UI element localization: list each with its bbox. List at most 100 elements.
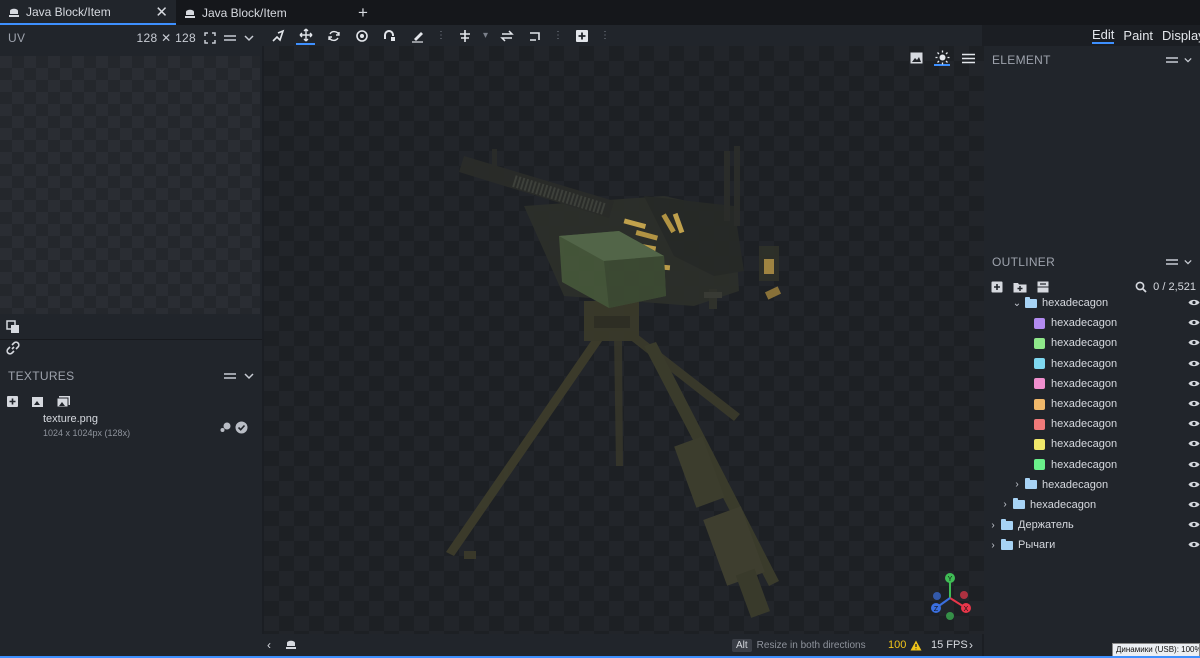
- collapse-all-icon[interactable]: [1037, 281, 1049, 293]
- link-uv-button[interactable]: [0, 337, 262, 358]
- check-circle-icon[interactable]: [235, 421, 248, 434]
- chevron-right-icon[interactable]: ›: [1012, 479, 1022, 490]
- outliner-group-row[interactable]: ⌄ hexadecagon: [984, 293, 1200, 313]
- mode-edit[interactable]: Edit: [1092, 27, 1115, 44]
- status-prev-button[interactable]: ‹: [267, 638, 271, 652]
- outliner-cube-row[interactable]: hexadecagon: [984, 333, 1200, 353]
- resize-tool[interactable]: [352, 26, 371, 45]
- search-icon[interactable]: [1135, 281, 1147, 293]
- folder-icon: [1025, 296, 1037, 308]
- outliner-item-label: hexadecagon: [1051, 418, 1118, 431]
- chevron-down-icon[interactable]: [244, 372, 254, 380]
- visibility-eye-icon[interactable]: [1188, 458, 1200, 472]
- fullscreen-icon[interactable]: [204, 32, 216, 44]
- toolbar-overflow-icon[interactable]: ⋮: [553, 30, 563, 41]
- chevron-down-icon[interactable]: [1184, 258, 1192, 266]
- status-bar: ‹ Alt Resize in both directions 100 15 F…: [262, 634, 982, 656]
- warnings-count: 100: [888, 639, 907, 651]
- align-tool[interactable]: [455, 26, 474, 45]
- create-texture-icon[interactable]: [31, 395, 44, 408]
- folder-icon: [1001, 518, 1013, 530]
- mirror-tool[interactable]: [497, 26, 516, 45]
- visibility-eye-icon[interactable]: [1188, 538, 1200, 552]
- rotate-tool[interactable]: [324, 26, 343, 45]
- cube-icon: [1034, 418, 1045, 430]
- block-item-icon[interactable]: [285, 638, 297, 650]
- uv-panel-header: UV 128 ✕ 128: [0, 25, 262, 51]
- chevron-down-icon[interactable]: ⌄: [1012, 298, 1022, 309]
- 3d-viewport[interactable]: Y X Z: [264, 46, 984, 634]
- chevron-down-icon[interactable]: [1184, 56, 1192, 64]
- add-texture-icon[interactable]: [6, 395, 19, 408]
- svg-text:X: X: [964, 606, 969, 613]
- flip-tool[interactable]: [525, 26, 544, 45]
- close-tab-icon[interactable]: ✕: [155, 3, 168, 21]
- menu-icon[interactable]: [224, 371, 236, 381]
- visibility-eye-icon[interactable]: [1188, 478, 1200, 492]
- cube-icon: [1034, 358, 1045, 370]
- outliner-cube-row[interactable]: hexadecagon: [984, 313, 1200, 333]
- block-item-icon: [185, 9, 195, 18]
- copy-uv-button[interactable]: [0, 316, 262, 337]
- new-tab-button[interactable]: +: [352, 3, 374, 23]
- chevron-right-icon[interactable]: ›: [988, 520, 998, 531]
- add-group-icon[interactable]: [1013, 281, 1027, 293]
- tab-project-2[interactable]: Java Block/Item: [176, 0, 352, 25]
- move-tool-icon: [299, 28, 312, 41]
- left-sidebar: UV 128 ✕ 128 TEXTURES texture.png 1024 x…: [0, 25, 262, 658]
- visibility-eye-icon[interactable]: [1188, 296, 1200, 310]
- mode-display[interactable]: Display: [1162, 28, 1200, 43]
- paint-brush-tool[interactable]: [408, 26, 427, 45]
- outliner-cube-row[interactable]: hexadecagon: [984, 434, 1200, 454]
- mode-paint[interactable]: Paint: [1123, 28, 1153, 43]
- main-toolbar: ⋮ ▾ ⋮ ⋮: [262, 25, 982, 46]
- visibility-eye-icon[interactable]: [1188, 518, 1200, 532]
- outliner-cube-row[interactable]: hexadecagon: [984, 455, 1200, 475]
- machine-gun-model[interactable]: [264, 46, 984, 634]
- axis-gizmo[interactable]: Y X Z: [924, 572, 976, 624]
- chevron-right-icon[interactable]: ›: [1000, 499, 1010, 510]
- pivot-tool[interactable]: [268, 26, 287, 45]
- add-cube-tool[interactable]: [572, 26, 591, 45]
- visibility-eye-icon[interactable]: [1188, 357, 1200, 371]
- visibility-eye-icon[interactable]: [1188, 437, 1200, 451]
- toolbar-overflow-icon[interactable]: ⋮: [600, 30, 610, 41]
- tab-project-1[interactable]: Java Block/Item ✕: [0, 0, 176, 25]
- chevron-down-icon[interactable]: [244, 34, 254, 42]
- visibility-eye-icon[interactable]: [1188, 336, 1200, 350]
- uv-title: UV: [8, 31, 26, 45]
- status-next-button[interactable]: ›: [969, 638, 973, 652]
- outliner-cube-row[interactable]: hexadecagon: [984, 354, 1200, 374]
- add-cube-icon[interactable]: [991, 281, 1003, 293]
- menu-icon[interactable]: [1166, 55, 1178, 65]
- menu-icon[interactable]: [1166, 257, 1178, 267]
- menu-icon[interactable]: [224, 33, 236, 43]
- resize-tool-icon: [355, 29, 368, 42]
- outliner-group-row[interactable]: › Держатель: [984, 515, 1200, 535]
- outliner-cube-row[interactable]: hexadecagon: [984, 414, 1200, 434]
- outliner-cube-row[interactable]: hexadecagon: [984, 394, 1200, 414]
- dropdown-caret-icon[interactable]: ▾: [483, 30, 488, 41]
- uv-editor-canvas[interactable]: [0, 56, 260, 314]
- chevron-right-icon[interactable]: ›: [988, 540, 998, 551]
- outliner-group-row[interactable]: › hexadecagon: [984, 495, 1200, 515]
- visibility-eye-icon[interactable]: [1188, 377, 1200, 391]
- vertex-snap-tool[interactable]: [380, 26, 399, 45]
- uv-toolbar: [0, 316, 262, 358]
- outliner-group-row[interactable]: › Рычаги: [984, 535, 1200, 555]
- toolbar-overflow-icon[interactable]: ⋮: [436, 30, 446, 41]
- texture-list-item[interactable]: texture.png 1024 x 1024px (128x): [0, 413, 262, 445]
- svg-text:Z: Z: [934, 606, 939, 613]
- outliner-group-row[interactable]: › hexadecagon: [984, 475, 1200, 495]
- import-texture-icon[interactable]: [56, 395, 71, 408]
- foot-pad: [464, 551, 476, 559]
- visibility-eye-icon[interactable]: [1188, 498, 1200, 512]
- uv-size[interactable]: 128 ✕ 128: [137, 31, 196, 45]
- visibility-eye-icon[interactable]: [1188, 397, 1200, 411]
- visibility-eye-icon[interactable]: [1188, 417, 1200, 431]
- move-tool[interactable]: [296, 26, 315, 45]
- outliner-cube-row[interactable]: hexadecagon: [984, 374, 1200, 394]
- visibility-eye-icon[interactable]: [1188, 316, 1200, 330]
- warnings-indicator[interactable]: 100: [888, 639, 922, 651]
- particle-icon[interactable]: [220, 421, 232, 433]
